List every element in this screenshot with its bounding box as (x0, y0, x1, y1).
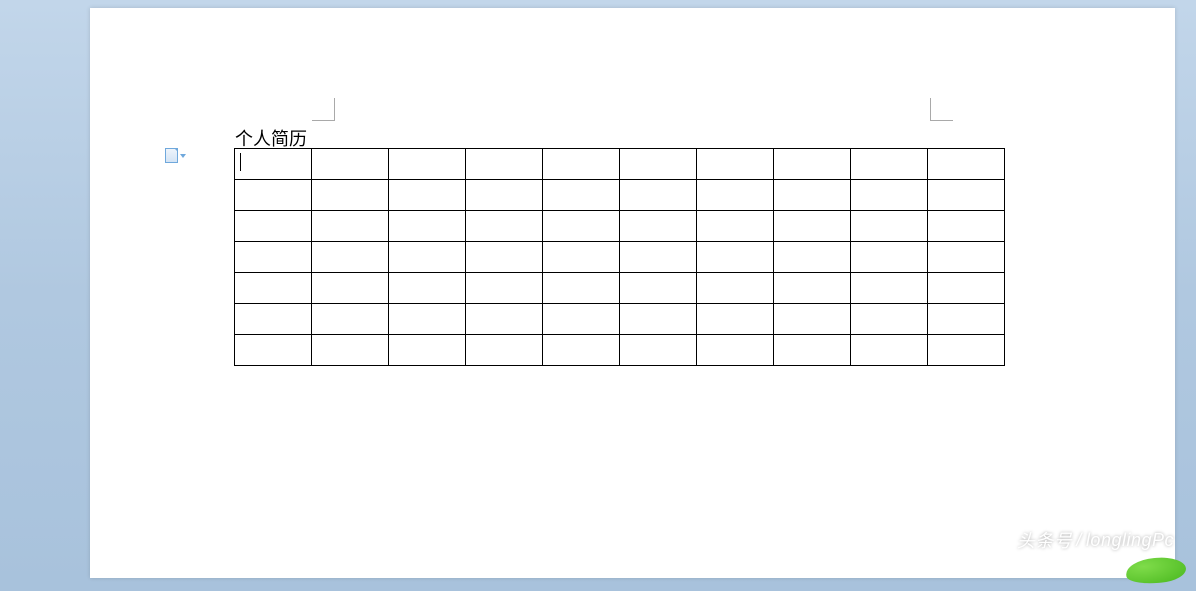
document-page[interactable]: 个人简历 (90, 8, 1175, 578)
table-cell[interactable] (928, 149, 1005, 180)
table-cell[interactable] (312, 304, 389, 335)
table-cell[interactable] (620, 211, 697, 242)
table-cell[interactable] (774, 304, 851, 335)
margin-corner-top-left (312, 98, 335, 121)
table-cell[interactable] (774, 242, 851, 273)
table-cell[interactable] (235, 273, 312, 304)
table-cell[interactable] (466, 242, 543, 273)
watermark-source: 头条号 (1017, 527, 1073, 553)
table-cell[interactable] (697, 242, 774, 273)
table-cell[interactable] (928, 180, 1005, 211)
watermark-separator: / (1076, 530, 1082, 551)
table-cell[interactable] (543, 273, 620, 304)
table-cell[interactable] (389, 304, 466, 335)
table-cell[interactable] (697, 180, 774, 211)
table-cell[interactable] (774, 273, 851, 304)
table-cell[interactable] (620, 304, 697, 335)
table-cell[interactable] (312, 273, 389, 304)
table-cell[interactable] (697, 304, 774, 335)
table-cell[interactable] (312, 149, 389, 180)
table-row[interactable] (235, 335, 1005, 366)
margin-corner-top-right (930, 98, 953, 121)
watermark: 头条号 / longlingPc (1017, 527, 1174, 553)
table-cell[interactable] (312, 242, 389, 273)
resume-table-body[interactable] (235, 149, 1005, 366)
paste-options-button[interactable] (165, 148, 187, 163)
table-cell[interactable] (466, 335, 543, 366)
table-row[interactable] (235, 304, 1005, 335)
table-cell[interactable] (851, 242, 928, 273)
table-cell[interactable] (928, 242, 1005, 273)
table-cell[interactable] (928, 335, 1005, 366)
table-cell[interactable] (312, 335, 389, 366)
table-cell[interactable] (389, 180, 466, 211)
table-cell[interactable] (466, 211, 543, 242)
table-cell[interactable] (543, 304, 620, 335)
table-cell[interactable] (235, 149, 312, 180)
table-cell[interactable] (235, 304, 312, 335)
table-cell[interactable] (851, 149, 928, 180)
table-row[interactable] (235, 242, 1005, 273)
resume-table[interactable] (234, 148, 1005, 366)
table-cell[interactable] (774, 211, 851, 242)
table-cell[interactable] (928, 304, 1005, 335)
paste-options-icon (165, 148, 178, 163)
table-cell[interactable] (928, 211, 1005, 242)
table-row[interactable] (235, 180, 1005, 211)
table-cell[interactable] (312, 180, 389, 211)
table-row[interactable] (235, 273, 1005, 304)
table-cell[interactable] (235, 335, 312, 366)
table-cell[interactable] (774, 335, 851, 366)
table-cell[interactable] (543, 211, 620, 242)
text-cursor (240, 153, 241, 171)
table-cell[interactable] (389, 335, 466, 366)
table-row[interactable] (235, 149, 1005, 180)
table-cell[interactable] (620, 242, 697, 273)
table-cell[interactable] (928, 273, 1005, 304)
table-cell[interactable] (543, 149, 620, 180)
watermark-author: longlingPc (1086, 530, 1174, 551)
table-cell[interactable] (620, 180, 697, 211)
table-cell[interactable] (697, 273, 774, 304)
table-cell[interactable] (466, 273, 543, 304)
table-cell[interactable] (774, 180, 851, 211)
table-cell[interactable] (851, 273, 928, 304)
table-cell[interactable] (312, 211, 389, 242)
table-cell[interactable] (389, 149, 466, 180)
table-cell[interactable] (543, 180, 620, 211)
table-cell[interactable] (235, 211, 312, 242)
table-cell[interactable] (697, 335, 774, 366)
table-cell[interactable] (466, 304, 543, 335)
table-cell[interactable] (697, 211, 774, 242)
table-cell[interactable] (389, 242, 466, 273)
chevron-down-icon (180, 154, 186, 158)
table-cell[interactable] (466, 149, 543, 180)
table-cell[interactable] (620, 149, 697, 180)
table-cell[interactable] (851, 180, 928, 211)
table-cell[interactable] (774, 149, 851, 180)
table-cell[interactable] (620, 335, 697, 366)
table-cell[interactable] (851, 335, 928, 366)
table-cell[interactable] (389, 211, 466, 242)
table-cell[interactable] (466, 180, 543, 211)
table-cell[interactable] (543, 335, 620, 366)
table-row[interactable] (235, 211, 1005, 242)
table-cell[interactable] (697, 149, 774, 180)
table-cell[interactable] (543, 242, 620, 273)
table-cell[interactable] (389, 273, 466, 304)
table-cell[interactable] (620, 273, 697, 304)
table-cell[interactable] (235, 180, 312, 211)
table-cell[interactable] (235, 242, 312, 273)
table-cell[interactable] (851, 211, 928, 242)
table-cell[interactable] (851, 304, 928, 335)
app-viewport: 个人简历 头条号 / longlingPc (0, 0, 1196, 591)
